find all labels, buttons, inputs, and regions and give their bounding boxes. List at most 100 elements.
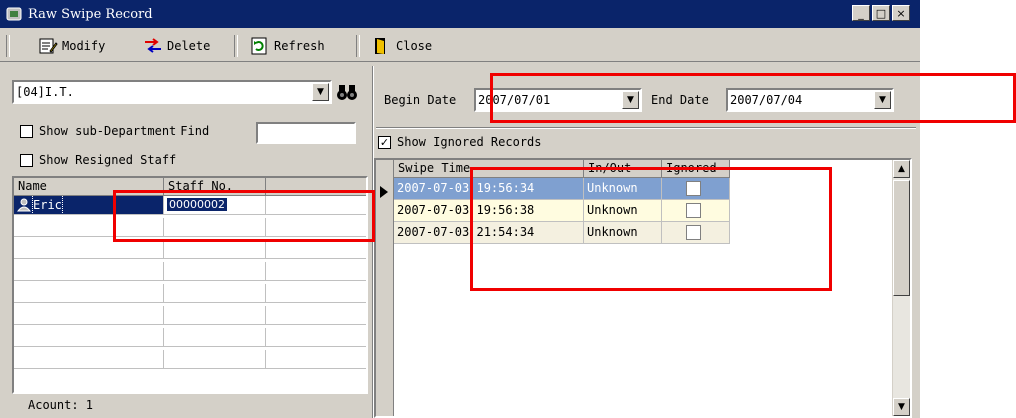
table-cell (164, 240, 266, 259)
window-title: Raw Swipe Record (28, 6, 153, 22)
close-label: Close (396, 39, 433, 53)
staff-no-cell[interactable]: 00000002 (164, 196, 266, 215)
raw-swipe-record-window: Raw Swipe Record _ □ × Modify Delete Ref… (0, 0, 920, 418)
divider (376, 127, 916, 129)
table-cell (266, 196, 366, 215)
end-date-value: 2007/07/04 (730, 93, 803, 107)
records-table: Swipe Time In/Out Ignored 2007-07-03 19:… (374, 158, 912, 418)
table-cell (14, 284, 164, 303)
refresh-button[interactable]: Refresh (250, 36, 325, 56)
column-header-in-out[interactable]: In/Out (584, 160, 662, 178)
user-icon (17, 198, 31, 212)
table-cell (14, 240, 164, 259)
table-cell (14, 350, 164, 369)
swipe-time-cell[interactable]: 2007-07-03 21:54:34 (394, 222, 584, 244)
show-sub-department-checkbox[interactable] (20, 124, 33, 138)
ignored-checkbox[interactable] (686, 181, 701, 196)
scroll-up-icon[interactable]: ▲ (893, 160, 910, 178)
show-resigned-checkbox[interactable] (20, 153, 33, 167)
swipe-time-cell[interactable]: 2007-07-03 19:56:38 (394, 200, 584, 222)
staff-name: Eric (32, 196, 63, 214)
begin-date-value: 2007/07/01 (478, 93, 551, 107)
show-sub-department-label: Show sub-Department (39, 124, 177, 138)
toolbar-separator (234, 35, 238, 57)
show-resigned-row[interactable]: Show Resigned Staff (20, 153, 176, 167)
refresh-icon (251, 37, 267, 55)
table-cell (164, 350, 266, 369)
table-cell (14, 306, 164, 325)
staff-name-cell[interactable]: Eric (14, 196, 164, 215)
row-indicator-column (376, 160, 394, 416)
find-label: Find (180, 124, 210, 138)
show-ignored-row[interactable]: ✓ Show Ignored Records (378, 135, 542, 149)
staff-count: Acount: 1 (28, 398, 93, 412)
chevron-down-icon[interactable]: ▼ (874, 91, 891, 109)
show-ignored-checkbox[interactable]: ✓ (378, 135, 391, 149)
table-cell (266, 240, 366, 259)
modify-label: Modify (62, 39, 106, 53)
begin-date-label: Begin Date (384, 93, 457, 107)
title-bar[interactable]: Raw Swipe Record _ □ × (0, 0, 920, 28)
app-icon (6, 7, 22, 21)
delete-icon (145, 38, 161, 53)
table-cell (14, 218, 164, 237)
column-header-staff-no[interactable]: Staff No. (164, 178, 266, 196)
close-button[interactable]: Close (372, 36, 432, 56)
find-input[interactable] (256, 122, 356, 144)
table-cell (266, 284, 366, 303)
end-date-picker[interactable]: 2007/07/04 ▼ (726, 88, 894, 112)
column-header-ignored[interactable]: Ignored (662, 160, 730, 178)
swipe-time-cell[interactable]: 2007-07-03 19:56:34 (394, 178, 584, 200)
toolbar: Modify Delete Refresh Close (0, 28, 920, 62)
department-value: [04]I.T. (16, 85, 74, 99)
table-cell (266, 306, 366, 325)
department-select[interactable]: [04]I.T. ▼ (12, 80, 332, 104)
begin-date-picker[interactable]: 2007/07/01 ▼ (474, 88, 642, 112)
count-text: Acount: 1 (28, 398, 94, 412)
ignored-checkbox[interactable] (686, 203, 701, 218)
table-cell (266, 328, 366, 347)
door-icon (375, 38, 385, 54)
table-cell (164, 218, 266, 237)
scroll-thumb[interactable] (893, 180, 910, 296)
delete-button[interactable]: Delete (143, 36, 210, 56)
ignored-cell[interactable] (662, 178, 730, 200)
in-out-cell[interactable]: Unknown (584, 200, 662, 222)
column-header-blank (266, 178, 366, 196)
delete-label: Delete (167, 39, 211, 53)
table-cell (266, 218, 366, 237)
modify-button[interactable]: Modify (38, 36, 105, 56)
table-cell (164, 306, 266, 325)
table-cell (266, 350, 366, 369)
show-ignored-label: Show Ignored Records (397, 135, 542, 149)
chevron-down-icon[interactable]: ▼ (622, 91, 639, 109)
in-out-cell[interactable]: Unknown (584, 178, 662, 200)
ignored-cell[interactable] (662, 200, 730, 222)
scroll-down-icon[interactable]: ▼ (893, 398, 910, 416)
toolbar-grip (6, 35, 10, 57)
table-cell (164, 328, 266, 347)
ignored-checkbox[interactable] (686, 225, 701, 240)
in-out-cell[interactable]: Unknown (584, 222, 662, 244)
maximize-button[interactable]: □ (872, 5, 890, 21)
column-header-name[interactable]: Name (14, 178, 164, 196)
end-date-label: End Date (651, 93, 709, 107)
staff-table: Name Staff No. Eric 00000002 (12, 176, 368, 394)
close-window-button[interactable]: × (892, 5, 910, 21)
minimize-button[interactable]: _ (852, 5, 870, 21)
ignored-cell[interactable] (662, 222, 730, 244)
show-sub-department-row[interactable]: Show sub-Department Find (20, 124, 209, 138)
column-header-swipe-time[interactable]: Swipe Time (394, 160, 584, 178)
current-row-arrow-icon (380, 186, 388, 198)
table-cell (164, 284, 266, 303)
modify-icon (39, 38, 58, 54)
show-resigned-label: Show Resigned Staff (39, 153, 177, 167)
toolbar-separator (356, 35, 360, 57)
chevron-down-icon[interactable]: ▼ (312, 83, 329, 101)
table-cell (266, 262, 366, 281)
binoculars-icon[interactable] (336, 82, 358, 102)
refresh-label: Refresh (274, 39, 325, 53)
table-cell (14, 328, 164, 347)
records-scrollbar[interactable]: ▲ ▼ (892, 160, 910, 416)
table-cell (164, 262, 266, 281)
